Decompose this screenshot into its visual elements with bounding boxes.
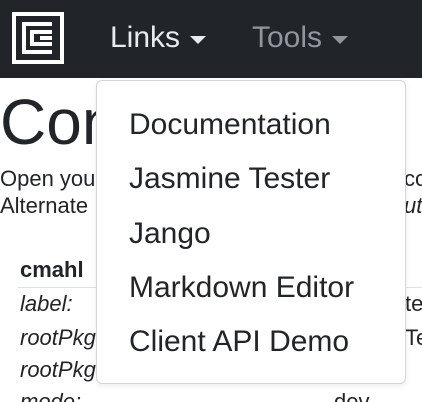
chevron-down-icon (190, 36, 207, 44)
links-dropdown-menu: Documentation Jasmine Tester Jango Markd… (96, 80, 406, 384)
menu-item-documentation[interactable]: Documentation (129, 105, 331, 145)
menu-item-jango[interactable]: Jango (129, 214, 211, 254)
config-key: rootPkg (20, 325, 96, 350)
config-value: dev (334, 389, 370, 402)
intro-text-line-2: Alternate (0, 193, 89, 218)
menu-item-markdown-editor[interactable]: Markdown Editor (129, 268, 354, 308)
config-value: Te (405, 325, 422, 350)
intro-text-line-1: Open you (0, 166, 96, 191)
intro-text-line-2-end: ut (404, 193, 422, 218)
chevron-down-icon (332, 36, 349, 44)
top-navbar: Links Tools (0, 0, 422, 78)
config-value: te (405, 291, 422, 316)
config-key: rootPkg (20, 357, 96, 382)
menu-item-client-api-demo[interactable]: Client API Demo (129, 322, 349, 362)
intro-text-line-1-end: co (404, 166, 422, 191)
nav-tools-dropdown[interactable]: Tools (252, 18, 349, 58)
menu-item-jasmine-tester[interactable]: Jasmine Tester (129, 159, 330, 199)
page: Links Tools Con Open you co Alternate ut… (0, 0, 422, 402)
config-key: mode: (20, 389, 82, 402)
config-key: label: (20, 291, 73, 316)
app-logo-icon[interactable] (12, 12, 64, 64)
nav-links-dropdown[interactable]: Links (110, 18, 207, 58)
nav-links-label: Links (110, 21, 181, 54)
nav-tools-label: Tools (252, 21, 323, 54)
config-heading: cmahl (20, 257, 84, 282)
